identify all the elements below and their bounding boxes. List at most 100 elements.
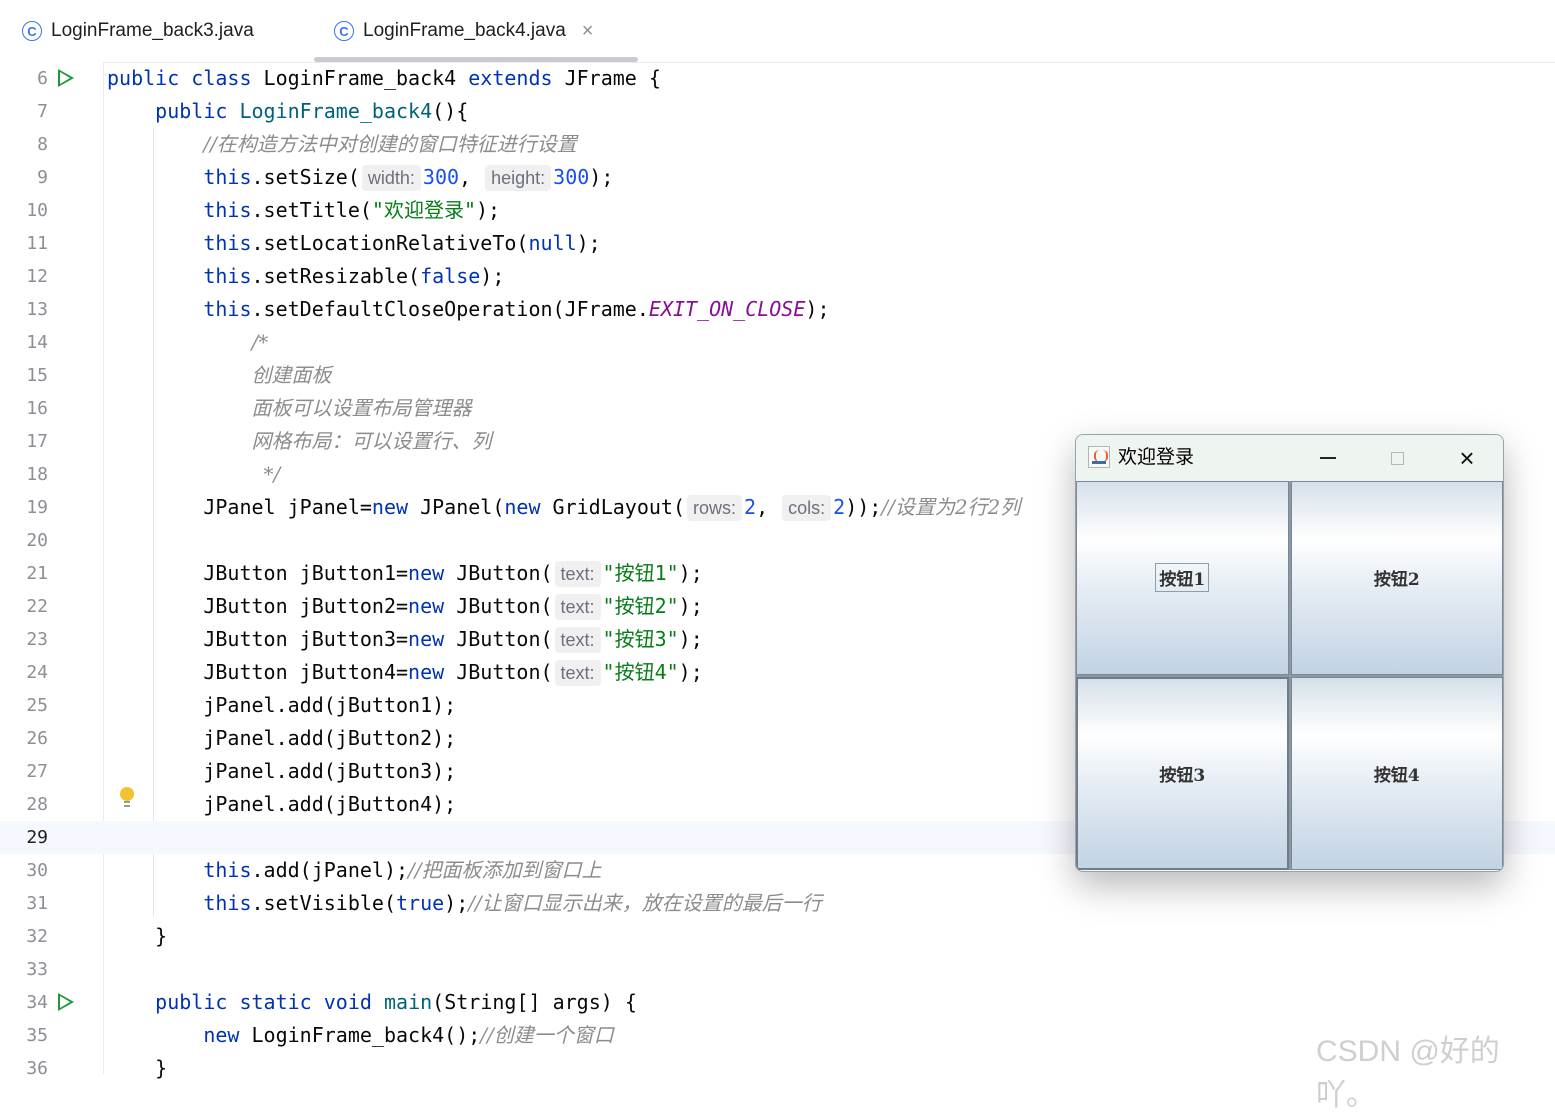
line-number: 26 bbox=[26, 728, 48, 749]
code-line[interactable]: 6 public class LoginFrame_back4 extends J… bbox=[0, 62, 1555, 95]
code-text: */ bbox=[107, 458, 281, 491]
code-token: this bbox=[203, 858, 252, 882]
line-number: 31 bbox=[26, 893, 48, 914]
line-number: 27 bbox=[26, 761, 48, 782]
code-token: void bbox=[323, 990, 384, 1014]
code-token: , bbox=[459, 165, 484, 189]
code-line[interactable]: 13 this.setDefaultCloseOperation(JFrame.… bbox=[0, 293, 1555, 326]
code-token: JButton( bbox=[456, 627, 553, 651]
code-line[interactable]: 34 public static void main(String[] args… bbox=[0, 986, 1555, 1019]
parameter-hint: text: bbox=[554, 660, 601, 686]
code-token: */ bbox=[263, 462, 281, 486]
line-number: 19 bbox=[26, 497, 48, 518]
code-line[interactable]: 11 this.setLocationRelativeTo(null); bbox=[0, 227, 1555, 260]
code-text: public static void main(String[] args) { bbox=[107, 986, 637, 1019]
code-token: new bbox=[408, 561, 457, 585]
code-token: .setLocationRelativeTo( bbox=[251, 231, 529, 255]
class-icon: C bbox=[22, 21, 42, 41]
code-token: LoginFrame_back4 bbox=[263, 66, 469, 90]
code-token: EXIT_ON_CLOSE bbox=[648, 297, 806, 321]
code-line[interactable]: 14 /* bbox=[0, 326, 1555, 359]
line-number: 10 bbox=[26, 200, 48, 221]
window-close-icon[interactable]: × bbox=[1433, 435, 1501, 481]
button-3[interactable]: 按钮3 bbox=[1076, 676, 1289, 870]
button-4[interactable]: 按钮4 bbox=[1290, 676, 1503, 870]
code-token: JFrame { bbox=[564, 66, 661, 90]
code-text: public class LoginFrame_back4 extends JF… bbox=[107, 62, 661, 95]
code-text: jPanel.add(jButton2); bbox=[107, 722, 456, 755]
code-token: JButton jButton1= bbox=[107, 561, 409, 585]
code-token: 2 bbox=[833, 495, 846, 519]
code-line[interactable]: 12 this.setResizable(false); bbox=[0, 260, 1555, 293]
line-number: 15 bbox=[26, 365, 48, 386]
code-line[interactable]: 8 //在构造方法中对创建的窗口特征进行设置 bbox=[0, 128, 1555, 161]
minimize-icon[interactable] bbox=[1294, 435, 1362, 481]
code-text: jPanel.add(jButton3); bbox=[107, 755, 456, 788]
code-token: main bbox=[383, 990, 433, 1014]
tab-label: LoginFrame_back3.java bbox=[51, 20, 254, 41]
code-token: //把面板添加到窗口上 bbox=[408, 858, 602, 882]
code-token: class bbox=[191, 66, 264, 90]
code-line[interactable]: 7 public LoginFrame_back4(){ bbox=[0, 95, 1555, 128]
code-token: GridLayout( bbox=[552, 495, 685, 519]
code-line[interactable]: 10 this.setTitle("欢迎登录"); bbox=[0, 194, 1555, 227]
code-token: ); bbox=[480, 264, 505, 288]
code-text: JButton jButton1=new JButton(text: "按钮1")… bbox=[107, 557, 703, 590]
parameter-hint: rows: bbox=[687, 495, 743, 521]
code-token: new bbox=[408, 594, 457, 618]
run-icon[interactable] bbox=[58, 69, 74, 87]
tab-loginframe-back4[interactable]: C LoginFrame_back4.java × bbox=[313, 0, 640, 62]
code-token: JButton( bbox=[456, 594, 553, 618]
line-number: 30 bbox=[26, 860, 48, 881]
code-token: //让窗口显示出来，放在设置的最后一行 bbox=[468, 891, 822, 915]
line-number: 9 bbox=[37, 167, 48, 188]
code-token: jPanel.add(jButton2); bbox=[107, 726, 457, 750]
window-titlebar[interactable]: 欢迎登录 × bbox=[1076, 435, 1503, 481]
close-tab-icon[interactable]: × bbox=[582, 20, 594, 43]
line-number: 14 bbox=[26, 332, 48, 353]
java-icon bbox=[1088, 446, 1110, 468]
code-text: this.setDefaultCloseOperation(JFrame.EXI… bbox=[107, 293, 829, 326]
line-number: 8 bbox=[37, 134, 48, 155]
code-token: //创建一个窗口 bbox=[480, 1023, 614, 1047]
code-token: ); bbox=[589, 165, 614, 189]
code-text: this.setVisible(true);//让窗口显示出来，放在设置的最后一… bbox=[107, 887, 822, 920]
code-token: ); bbox=[678, 561, 703, 585]
code-line[interactable]: 32 } bbox=[0, 920, 1555, 953]
code-text: JButton jButton3=new JButton(text: "按钮3")… bbox=[107, 623, 703, 656]
code-token: ); bbox=[678, 594, 703, 618]
code-line[interactable]: 16 面板可以设置布局管理器 bbox=[0, 392, 1555, 425]
code-text: 网格布局：可以设置行、列 bbox=[107, 425, 492, 458]
button-2[interactable]: 按钮2 bbox=[1290, 481, 1503, 675]
code-line[interactable]: 31 this.setVisible(true);//让窗口显示出来，放在设置的… bbox=[0, 887, 1555, 920]
code-text: jPanel.add(jButton4); bbox=[107, 788, 456, 821]
code-text: new LoginFrame_back4();//创建一个窗口 bbox=[107, 1019, 614, 1052]
code-text: } bbox=[107, 920, 167, 953]
button-1[interactable]: 按钮1 bbox=[1076, 481, 1289, 675]
line-number: 24 bbox=[26, 662, 48, 683]
run-icon[interactable] bbox=[58, 993, 74, 1011]
code-token: )); bbox=[845, 495, 882, 519]
code-text: JButton jButton4=new JButton(text: "按钮4")… bbox=[107, 656, 703, 689]
code-text: this.setResizable(false); bbox=[107, 260, 504, 293]
line-number: 22 bbox=[26, 596, 48, 617]
code-line[interactable]: 9 this.setSize(width: 300, height: 300); bbox=[0, 161, 1555, 194]
code-line[interactable]: 15 创建面板 bbox=[0, 359, 1555, 392]
lightbulb-icon[interactable] bbox=[120, 787, 134, 807]
maximize-icon[interactable] bbox=[1363, 435, 1431, 481]
line-number: 20 bbox=[26, 530, 48, 551]
code-token: (String[] args) { bbox=[432, 990, 637, 1014]
code-token: .setSize( bbox=[251, 165, 360, 189]
parameter-hint: width: bbox=[361, 165, 421, 191]
code-text: this.add(jPanel);//把面板添加到窗口上 bbox=[107, 854, 602, 887]
code-line[interactable]: 33 bbox=[0, 953, 1555, 986]
tab-loginframe-back3[interactable]: C LoginFrame_back3.java bbox=[22, 0, 254, 62]
